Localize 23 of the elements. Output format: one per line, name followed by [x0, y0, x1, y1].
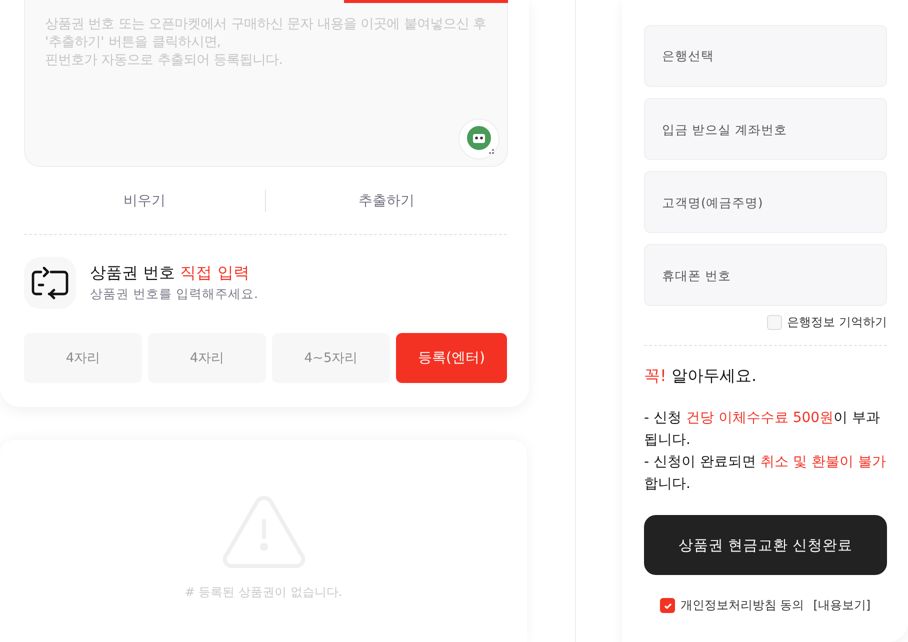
notice-title: 꼭! 알아두세요.: [644, 366, 758, 387]
checkmark-icon: [662, 600, 673, 610]
input-field[interactable]: 입금 받으실 계좌번호: [644, 98, 887, 160]
pin-input[interactable]: 4~5자리: [272, 333, 390, 383]
section-subtitle: 상품권 번호를 입력해주세요.: [90, 286, 258, 303]
remember-label: 은행정보 기억하기: [787, 314, 887, 331]
view-link[interactable]: [내용보기]: [813, 597, 871, 614]
agree-label: 개인정보처리방침 동의: [680, 597, 804, 614]
extract-button[interactable]: 추출하기: [266, 190, 507, 210]
robot-icon[interactable]: [458, 118, 500, 160]
notice-text: - 신청이 완료되면 취소 및 환불이 불가 합니다.: [644, 453, 887, 494]
pin-input[interactable]: 4자리: [148, 333, 266, 383]
notice-text: - 신청 건당 이체수수료 500원이 부과됩니다.: [644, 409, 882, 450]
input-field[interactable]: 고객명(예금주명): [644, 171, 887, 233]
section-title: 상품권 번호 직접 입력: [90, 263, 250, 284]
pin-input[interactable]: 4자리: [24, 333, 142, 383]
clear-button[interactable]: 비우기: [24, 190, 265, 210]
submit-button[interactable]: 상품권 현금교환 신청완료: [644, 515, 887, 575]
input-field[interactable]: 휴대폰 번호: [644, 244, 887, 306]
bank-select[interactable]: 은행선택: [644, 25, 887, 87]
register-button[interactable]: 등록(엔터): [396, 333, 507, 383]
exchange-icon: [31, 266, 69, 300]
checkbox[interactable]: [660, 598, 676, 613]
